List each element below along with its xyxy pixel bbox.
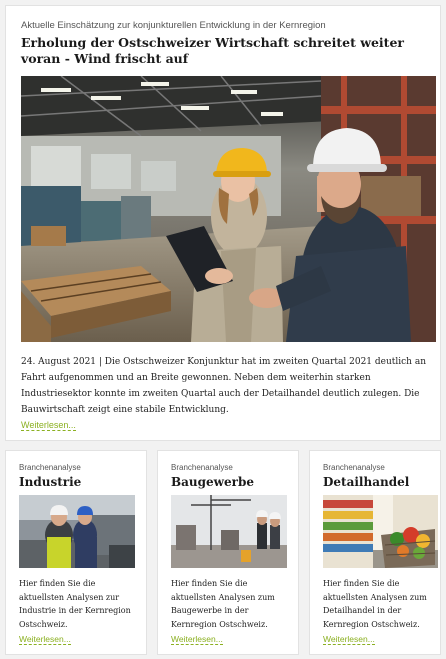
article-body: 24. August 2021 | Die Ostschweizer Konju… (21, 354, 433, 418)
detailhandel-image (323, 495, 438, 568)
read-more-link[interactable]: Weiterlesen... (19, 634, 71, 645)
industrie-image (19, 495, 135, 568)
branch-card-detailhandel[interactable]: Branchenanalyse Detailhandel Hier finden… (309, 450, 441, 655)
featured-article: Aktuelle Einschätzung zur konjunkturelle… (5, 5, 441, 441)
date-separator: | (96, 357, 105, 367)
article-photo[interactable] (21, 76, 436, 342)
card-image[interactable] (19, 495, 135, 568)
article-kicker: Aktuelle Einschätzung zur konjunkturelle… (21, 20, 326, 31)
branch-card-baugewerbe[interactable]: Branchenanalyse Baugewerbe Hier finden S… (157, 450, 299, 655)
article-date: 24. August 2021 (21, 357, 97, 367)
card-title[interactable]: Detailhandel (323, 475, 409, 489)
read-more-link[interactable]: Weiterlesen... (21, 420, 76, 431)
card-text: Hier finden Sie die aktuellsten Analysen… (19, 579, 131, 629)
read-more-link[interactable]: Weiterlesen... (171, 634, 223, 645)
card-kicker: Branchenanalyse (171, 463, 233, 472)
factory-workers-image (21, 76, 436, 342)
card-image[interactable] (323, 495, 438, 568)
card-kicker: Branchenanalyse (323, 463, 385, 472)
card-kicker: Branchenanalyse (19, 463, 81, 472)
branch-card-industrie[interactable]: Branchenanalyse Industrie Hier finden Si… (5, 450, 147, 655)
card-image[interactable] (171, 495, 287, 568)
card-title[interactable]: Industrie (19, 475, 81, 489)
card-text: Hier finden Sie die aktuellsten Analysen… (323, 579, 427, 629)
baugewerbe-image (171, 495, 287, 568)
card-title[interactable]: Baugewerbe (171, 475, 254, 489)
article-title[interactable]: Erholung der Ostschweizer Wirtschaft sch… (21, 35, 431, 67)
card-text: Hier finden Sie die aktuellsten Analysen… (171, 579, 275, 629)
read-more-link[interactable]: Weiterlesen... (323, 634, 375, 645)
